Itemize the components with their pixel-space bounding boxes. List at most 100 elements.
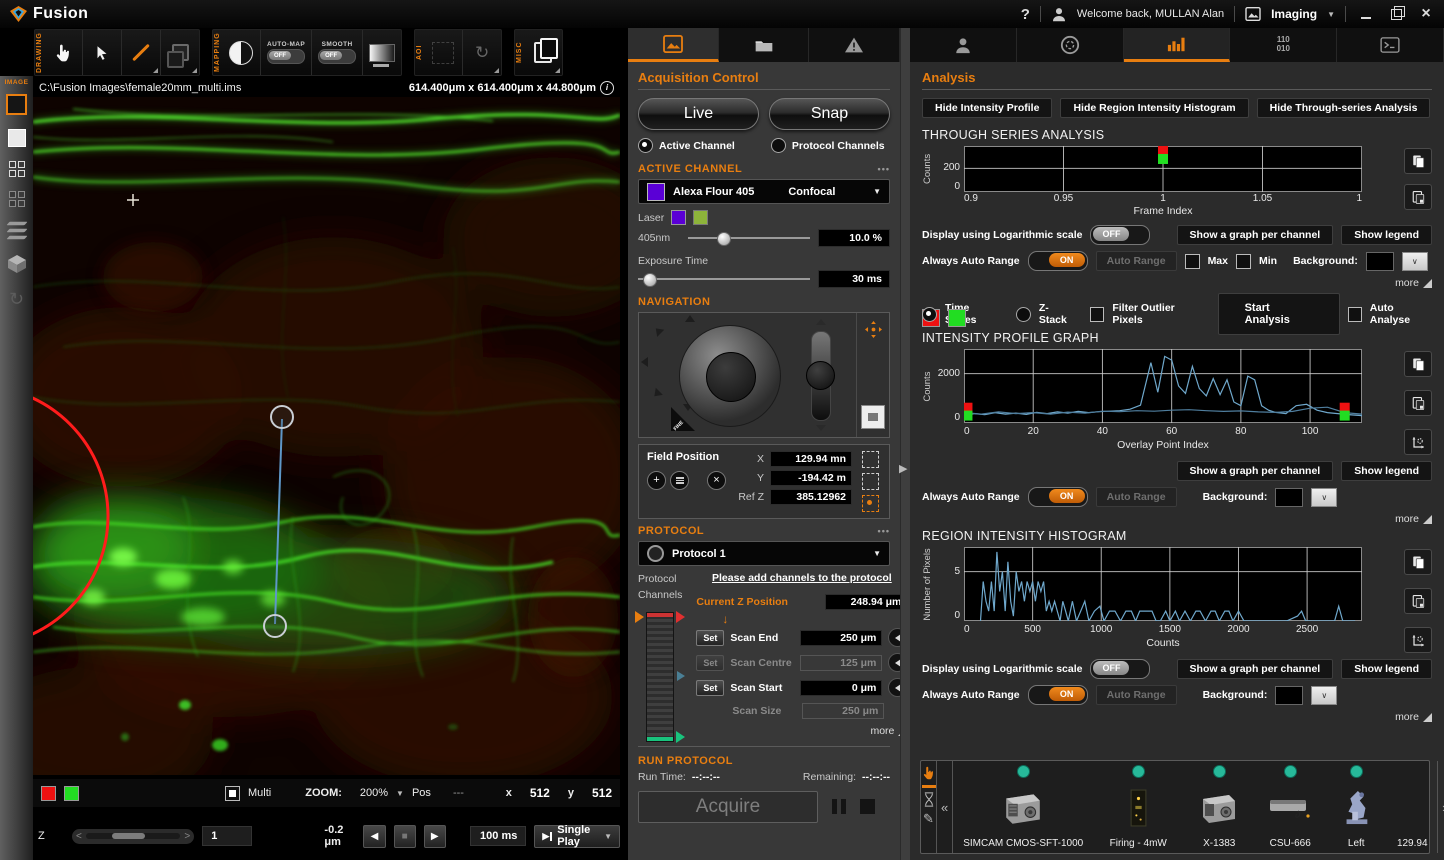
start-analysis-button[interactable]: Start Analysis xyxy=(1218,293,1340,335)
background-dropdown[interactable]: ∨ xyxy=(1402,252,1428,271)
exposure-value[interactable]: 30 ms xyxy=(818,270,890,288)
x-position-value[interactable]: 129.94 mn xyxy=(770,451,852,467)
play-mode-dropdown[interactable]: ▶ Single Play ▼ xyxy=(534,825,620,848)
multi-grid-view-button[interactable] xyxy=(9,191,25,207)
add-position-button[interactable]: + xyxy=(647,471,666,490)
multi-checkbox[interactable] xyxy=(225,786,240,801)
shape-tool-button[interactable] xyxy=(160,30,199,75)
frame-number-field[interactable]: 1 xyxy=(202,826,252,846)
chevron-down-icon[interactable]: ▼ xyxy=(1327,10,1335,19)
save-chart-button[interactable] xyxy=(1404,184,1432,210)
manual-control-icon[interactable] xyxy=(921,765,936,781)
scroll-devices-left[interactable]: « xyxy=(937,761,952,853)
info-icon[interactable]: i xyxy=(600,81,614,95)
aoi-select-button[interactable] xyxy=(424,30,462,75)
channel-dropdown[interactable]: Alexa Flour 405 Confocal ▼ xyxy=(638,179,890,204)
always-auto-range-toggle[interactable]: ON xyxy=(1028,685,1088,705)
zoom-value[interactable]: 200% xyxy=(360,787,388,799)
smooth-switch[interactable]: OFF xyxy=(318,49,356,64)
active-channel-menu[interactable]: ••• xyxy=(878,164,890,174)
full-view-button[interactable] xyxy=(8,129,26,147)
delete-position-button[interactable]: × xyxy=(707,471,726,490)
tab-console[interactable] xyxy=(1337,28,1444,62)
exposure-thumb[interactable] xyxy=(643,273,657,287)
stop-playback-button[interactable]: ■ xyxy=(394,825,416,848)
frame-select-alt-button[interactable] xyxy=(862,473,879,490)
background-dropdown[interactable]: ∨ xyxy=(1311,488,1337,507)
grid-view-button[interactable] xyxy=(9,161,25,177)
background-swatch[interactable] xyxy=(1275,488,1303,507)
close-button[interactable]: × xyxy=(1416,6,1436,22)
refz-position-value[interactable]: 385.12962 xyxy=(770,489,852,505)
z-slider-thumb[interactable] xyxy=(112,833,145,839)
graph-per-channel-button[interactable]: Show a graph per channel xyxy=(1177,659,1334,679)
background-dropdown[interactable]: ∨ xyxy=(1311,686,1337,705)
tab-users[interactable] xyxy=(910,28,1017,62)
z-end-marker[interactable] xyxy=(676,611,685,623)
always-auto-range-toggle[interactable]: ON xyxy=(1028,251,1088,271)
auto-analyse-checkbox[interactable] xyxy=(1348,307,1362,322)
slider-right-icon[interactable]: > xyxy=(184,831,190,842)
active-channel-radio[interactable] xyxy=(638,138,653,153)
z-joystick[interactable] xyxy=(789,313,849,437)
region-histogram-plot[interactable] xyxy=(964,547,1362,621)
protocol-more-button[interactable]: more xyxy=(696,725,907,737)
measurement-handle-bottom[interactable] xyxy=(264,615,286,637)
hide-through-series-button[interactable]: Hide Through-series Analysis xyxy=(1257,98,1431,118)
hide-region-histogram-button[interactable]: Hide Region Intensity Histogram xyxy=(1060,98,1248,118)
smooth-toggle[interactable]: SMOOTH OFF xyxy=(311,30,362,75)
background-swatch[interactable] xyxy=(1366,252,1394,271)
device-item[interactable]: SIMCAM CMOS-SFT-1000 xyxy=(953,761,1093,853)
hourglass-icon[interactable] xyxy=(923,792,935,807)
z-current-marker[interactable] xyxy=(635,611,644,623)
max-checkbox[interactable] xyxy=(1185,254,1200,269)
point-select-button[interactable] xyxy=(862,495,879,512)
device-item[interactable]: Firing - 4mW xyxy=(1093,761,1183,853)
xy-joystick[interactable]: FINE xyxy=(639,313,789,437)
min-checkbox[interactable] xyxy=(1236,254,1251,269)
tab-files[interactable] xyxy=(719,28,810,62)
step-forward-button[interactable]: ▶ xyxy=(424,825,446,848)
pan-mode-icon[interactable] xyxy=(865,321,882,338)
auto-map-toggle[interactable]: AUTO-MAP OFF xyxy=(260,30,311,75)
collapse-panel-arrow[interactable]: ▶ xyxy=(899,462,907,475)
live-button[interactable]: Live xyxy=(638,98,759,130)
device-item[interactable]: CSU-666 xyxy=(1255,761,1325,853)
scan-end-value[interactable]: 250 μm xyxy=(800,630,882,646)
copy-chart-button[interactable] xyxy=(1404,148,1432,174)
stop-button[interactable] xyxy=(860,799,875,814)
edit-icon[interactable]: ✎ xyxy=(923,811,934,827)
protocol-channels-radio[interactable] xyxy=(771,138,786,153)
levels-button[interactable] xyxy=(362,30,401,75)
select-tool-button[interactable] xyxy=(82,30,121,75)
rotate-view-button[interactable]: ↻ xyxy=(9,289,24,310)
pause-button[interactable] xyxy=(832,799,846,814)
tab-hardware[interactable] xyxy=(1017,28,1124,62)
analysis-green-swatch[interactable] xyxy=(948,309,966,327)
set-scan-end-button[interactable]: Set xyxy=(696,630,724,646)
show-legend-button[interactable]: Show legend xyxy=(1341,659,1432,679)
z-down-icon[interactable] xyxy=(816,425,826,431)
y-position-value[interactable]: -194.42 m xyxy=(770,470,852,486)
add-channels-link[interactable]: Please add channels to the protocol xyxy=(696,572,907,584)
protocol-menu[interactable]: ••• xyxy=(878,526,890,536)
tab-data[interactable]: 110010 xyxy=(1230,28,1337,62)
image-viewport[interactable] xyxy=(33,97,620,775)
region-histogram-more-button[interactable]: more xyxy=(922,711,1432,723)
save-chart-button[interactable] xyxy=(1404,588,1432,614)
laser-power-slider[interactable] xyxy=(688,232,810,244)
z-up-icon[interactable] xyxy=(816,319,826,325)
exposure-slider[interactable] xyxy=(638,273,810,285)
axis-settings-button[interactable] xyxy=(1404,429,1432,455)
hide-intensity-profile-button[interactable]: Hide Intensity Profile xyxy=(922,98,1052,118)
measurement-handle-top[interactable] xyxy=(271,406,293,428)
z-range-widget[interactable] xyxy=(646,612,674,742)
through-series-plot[interactable] xyxy=(964,146,1362,192)
aoi-rotate-button[interactable]: ↻ xyxy=(462,30,501,75)
frame-select-button[interactable] xyxy=(862,451,879,468)
copy-chart-button[interactable] xyxy=(1404,549,1432,575)
panel-splitter[interactable] xyxy=(900,28,910,860)
z-stack-radio[interactable] xyxy=(1016,307,1031,322)
position-list-button[interactable] xyxy=(670,471,689,490)
device-item[interactable]: Left xyxy=(1325,761,1387,853)
